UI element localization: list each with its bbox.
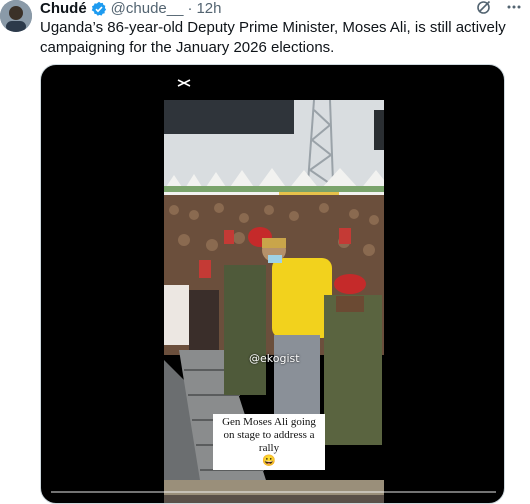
avatar[interactable] [0, 0, 32, 32]
grok-icon[interactable] [476, 0, 492, 20]
avatar-image [0, 0, 32, 32]
author-display-name[interactable]: Chudé [40, 0, 87, 18]
verified-badge-icon [91, 1, 107, 17]
video-player[interactable]: @ekogist Gen Moses Ali going on stage to… [40, 64, 505, 504]
separator-dot: · [187, 0, 193, 17]
timestamp[interactable]: 12h [196, 0, 221, 18]
tweet-actions-top [476, 0, 522, 18]
video-frame: @ekogist Gen Moses Ali going on stage to… [164, 100, 384, 503]
tweet-header: Chudé @chude__ · 12h [40, 0, 221, 18]
video-progress-bar[interactable] [51, 491, 496, 493]
author-handle[interactable]: @chude__ [111, 0, 184, 18]
video-watermark: @ekogist [249, 352, 300, 365]
capcut-icon [176, 77, 192, 89]
video-caption: Gen Moses Ali going on stage to address … [213, 414, 325, 470]
more-icon[interactable] [506, 0, 522, 20]
tweet-text: Uganda’s 86-year-old Deputy Prime Minist… [40, 19, 506, 56]
caption-text: Gen Moses Ali going on stage to address … [222, 416, 316, 454]
caption-emoji: 😀 [262, 455, 276, 467]
